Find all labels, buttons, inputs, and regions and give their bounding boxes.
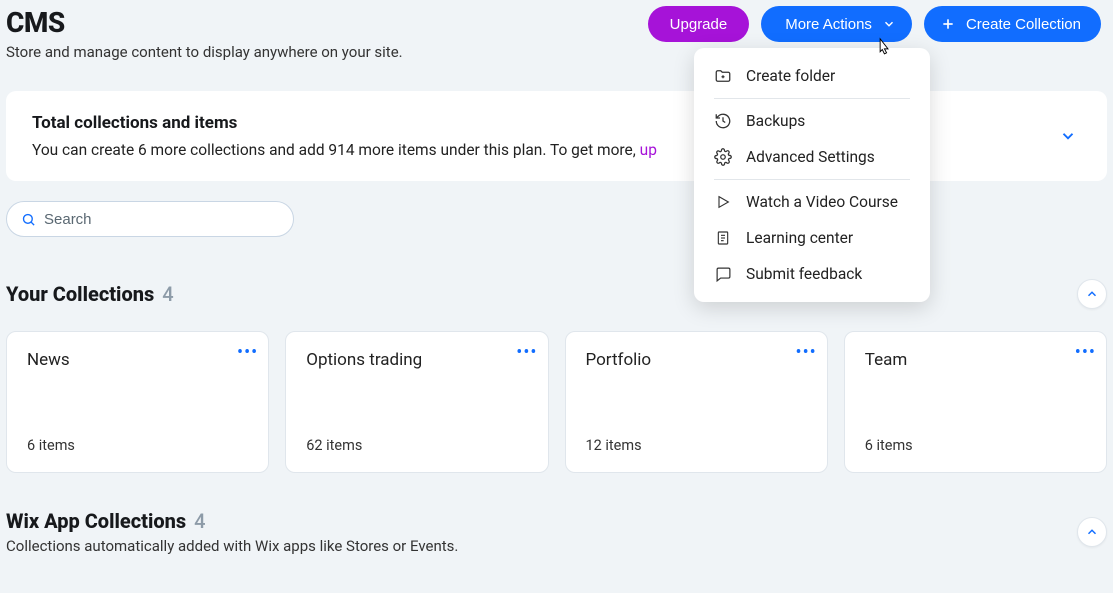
menu-divider bbox=[714, 98, 910, 99]
wix-collections-collapse-button[interactable] bbox=[1077, 517, 1107, 547]
card-more-icon[interactable]: ••• bbox=[237, 342, 258, 363]
history-icon bbox=[714, 112, 732, 130]
menu-item-submit-feedback[interactable]: Submit feedback bbox=[694, 256, 930, 292]
collection-card[interactable]: News 6 items ••• bbox=[6, 331, 269, 473]
page-title: CMS bbox=[6, 6, 403, 39]
menu-item-advanced-settings[interactable]: Advanced Settings bbox=[694, 139, 930, 175]
wix-collections-count: 4 bbox=[194, 509, 205, 533]
collection-name: News bbox=[27, 350, 248, 370]
collection-card[interactable]: Options trading 62 items ••• bbox=[285, 331, 548, 473]
play-icon bbox=[714, 193, 732, 211]
wix-collections-subtitle: Collections automatically added with Wix… bbox=[6, 537, 458, 555]
collection-name: Portfolio bbox=[586, 350, 807, 370]
menu-item-backups[interactable]: Backups bbox=[694, 103, 930, 139]
menu-item-label: Submit feedback bbox=[746, 265, 862, 283]
card-more-icon[interactable]: ••• bbox=[516, 342, 537, 363]
your-collections-title: Your Collections bbox=[6, 282, 154, 306]
menu-item-video-course[interactable]: Watch a Video Course bbox=[694, 184, 930, 220]
collection-name: Options trading bbox=[306, 350, 527, 370]
collection-items: 6 items bbox=[27, 437, 248, 454]
more-actions-dropdown: Create folder Backups Advanced Settings … bbox=[694, 48, 930, 302]
upgrade-button-label: Upgrade bbox=[670, 16, 728, 33]
menu-item-label: Learning center bbox=[746, 229, 853, 247]
card-more-icon[interactable]: ••• bbox=[796, 342, 817, 363]
upgrade-button[interactable]: Upgrade bbox=[648, 6, 750, 42]
search-icon bbox=[21, 212, 36, 227]
plus-icon bbox=[940, 16, 956, 32]
chevron-up-icon bbox=[1085, 525, 1099, 539]
chevron-up-icon bbox=[1085, 287, 1099, 301]
menu-divider bbox=[714, 179, 910, 180]
usage-banner: Total collections and items You can crea… bbox=[6, 91, 1107, 181]
create-collection-label: Create Collection bbox=[966, 16, 1081, 33]
gear-icon bbox=[714, 148, 732, 166]
more-actions-label: More Actions bbox=[785, 16, 872, 33]
menu-item-learning-center[interactable]: Learning center bbox=[694, 220, 930, 256]
menu-item-create-folder[interactable]: Create folder bbox=[694, 58, 930, 94]
menu-item-label: Create folder bbox=[746, 67, 835, 85]
page-header: CMS Store and manage content to display … bbox=[6, 0, 1107, 61]
your-collections-grid: News 6 items ••• Options trading 62 item… bbox=[6, 331, 1107, 473]
chat-icon bbox=[714, 265, 732, 283]
chevron-down-icon bbox=[882, 17, 896, 31]
folder-plus-icon bbox=[714, 67, 732, 85]
collection-name: Team bbox=[865, 350, 1086, 370]
search-input[interactable] bbox=[44, 211, 279, 228]
search-box[interactable] bbox=[6, 201, 294, 237]
menu-item-label: Advanced Settings bbox=[746, 148, 875, 166]
page-subtitle: Store and manage content to display anyw… bbox=[6, 43, 403, 61]
wix-collections-title: Wix App Collections bbox=[6, 509, 186, 533]
upgrade-link[interactable]: up bbox=[640, 141, 657, 159]
collection-items: 6 items bbox=[865, 437, 1086, 454]
collection-card[interactable]: Portfolio 12 items ••• bbox=[565, 331, 828, 473]
menu-item-label: Watch a Video Course bbox=[746, 193, 898, 211]
banner-expand-chevron[interactable] bbox=[1059, 127, 1081, 145]
your-collections-count: 4 bbox=[162, 282, 173, 306]
collection-items: 62 items bbox=[306, 437, 527, 454]
menu-item-label: Backups bbox=[746, 112, 805, 130]
your-collections-collapse-button[interactable] bbox=[1077, 279, 1107, 309]
mouse-cursor-icon bbox=[874, 36, 892, 54]
collection-card[interactable]: Team 6 items ••• bbox=[844, 331, 1107, 473]
card-more-icon[interactable]: ••• bbox=[1075, 342, 1096, 363]
create-collection-button[interactable]: Create Collection bbox=[924, 6, 1101, 42]
document-icon bbox=[714, 229, 732, 247]
collection-items: 12 items bbox=[586, 437, 807, 454]
